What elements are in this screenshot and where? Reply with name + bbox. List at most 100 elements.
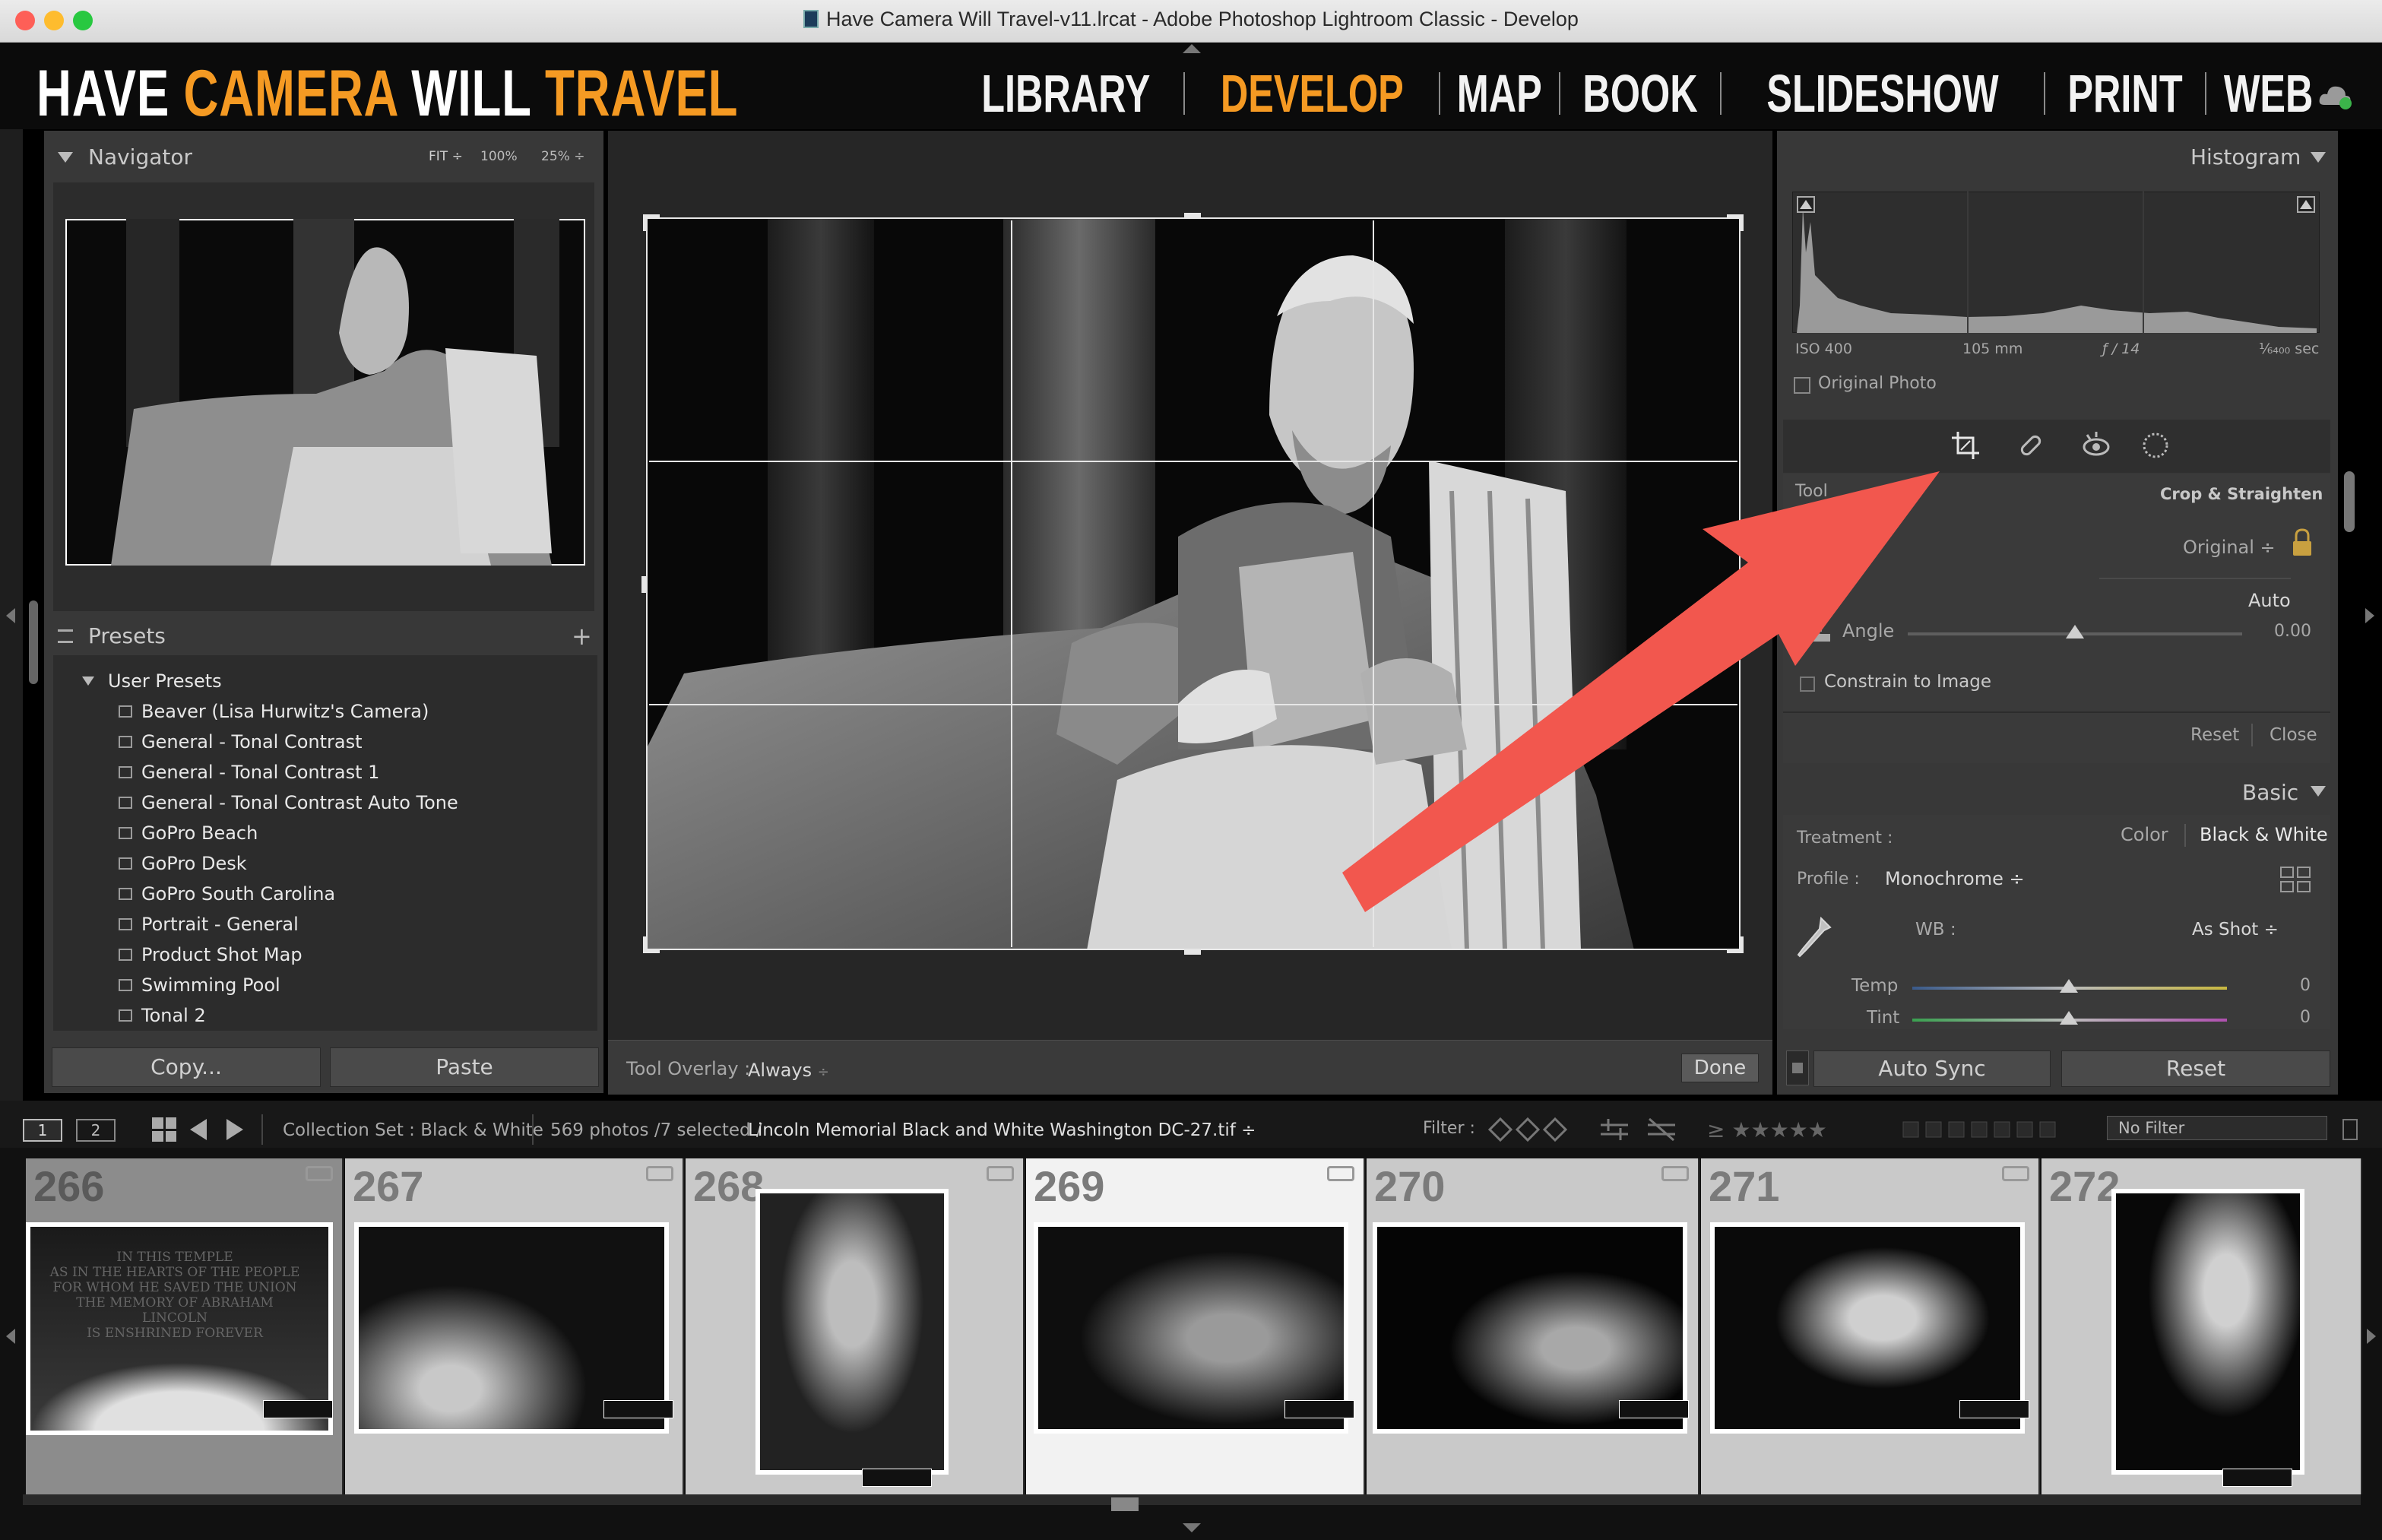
wb-dropdown[interactable]: As Shot ÷ xyxy=(2192,920,2279,940)
module-print[interactable]: PRINT xyxy=(2067,63,2182,124)
angle-value[interactable]: 0.00 xyxy=(2274,622,2311,641)
red-eye-icon[interactable] xyxy=(2079,430,2113,461)
preset-item[interactable]: Portrait - General xyxy=(53,909,597,940)
thumbnail-image[interactable] xyxy=(2111,1189,2304,1475)
zoom-25[interactable]: 25% ÷ xyxy=(541,149,584,164)
filmstrip-cell[interactable]: 272 xyxy=(2041,1158,2362,1494)
grid-view-icon[interactable] xyxy=(152,1117,176,1142)
crop-tool-icon[interactable] xyxy=(1950,430,1981,461)
tint-slider-thumb[interactable] xyxy=(2060,1011,2078,1025)
profile-browser-icon[interactable] xyxy=(2280,867,2311,892)
tool-overlay-dropdown[interactable]: Always ÷ xyxy=(748,1060,829,1081)
collapse-right-panel-icon[interactable] xyxy=(2365,608,2374,623)
masking-icon[interactable] xyxy=(2140,430,2171,461)
flag-icon[interactable] xyxy=(646,1166,673,1181)
histogram-collapse-icon[interactable] xyxy=(2311,152,2326,163)
histogram-graph[interactable] xyxy=(1792,192,2320,333)
collapse-left-panel-icon[interactable] xyxy=(6,608,15,623)
filmstrip-cell[interactable]: 271 xyxy=(1701,1158,2040,1494)
filmstrip-cell[interactable]: 267 xyxy=(345,1158,684,1494)
preset-item[interactable]: GoPro South Carolina xyxy=(53,879,597,909)
crop-handle-tl[interactable] xyxy=(643,214,660,231)
crop-handle-br[interactable] xyxy=(1727,936,1744,953)
presets-collapse-icon[interactable] xyxy=(58,629,73,643)
original-photo-checkbox[interactable] xyxy=(1794,377,1810,394)
primary-display-button[interactable]: 1 xyxy=(23,1119,62,1142)
filmstrip-cell[interactable]: 266 IN THIS TEMPLE AS IN THE HEARTS OF TH… xyxy=(26,1158,344,1494)
crop-handle-bl[interactable] xyxy=(643,936,660,953)
filmstrip-cell[interactable]: 268 xyxy=(686,1158,1025,1494)
preset-item[interactable]: GoPro Desk xyxy=(53,848,597,879)
navigator-collapse-icon[interactable] xyxy=(58,152,73,163)
auto-straighten-button[interactable]: Auto xyxy=(2248,590,2291,611)
highlight-clipping-icon[interactable] xyxy=(2297,196,2315,213)
preset-item[interactable]: Tonal 2 xyxy=(53,1000,597,1031)
flag-icon[interactable] xyxy=(1661,1166,1689,1181)
angle-slider-thumb[interactable] xyxy=(2066,625,2084,638)
preset-item[interactable]: GoPro Beach xyxy=(53,818,597,848)
module-develop[interactable]: DEVELOP xyxy=(1221,63,1404,124)
bottom-panel-toggle-icon[interactable] xyxy=(1183,1523,1201,1532)
treatment-color-option[interactable]: Color xyxy=(2121,824,2168,845)
thumbnail-image[interactable] xyxy=(755,1189,949,1475)
top-panel-toggle-icon[interactable] xyxy=(1183,44,1201,53)
module-library[interactable]: LIBRARY xyxy=(981,63,1150,124)
preset-item[interactable]: Beaver (Lisa Hurwitz's Camera) xyxy=(53,696,597,727)
module-book[interactable]: BOOK xyxy=(1582,63,1697,124)
filmstrip-scrollbar[interactable] xyxy=(23,1494,2361,1505)
forward-arrow-icon[interactable] xyxy=(226,1119,243,1140)
module-slideshow[interactable]: SLIDESHOW xyxy=(1766,63,1998,124)
cloud-sync-icon[interactable] xyxy=(2318,81,2353,111)
treatment-bw-option[interactable]: Black & White xyxy=(2200,824,2328,845)
sync-toggle-switch[interactable] xyxy=(1786,1050,1809,1085)
navigator-preview[interactable] xyxy=(65,219,585,566)
preset-item[interactable]: Product Shot Map xyxy=(53,940,597,970)
filter-lock-icon[interactable] xyxy=(2342,1119,2358,1140)
aspect-dropdown[interactable]: Original ÷ xyxy=(2183,537,2276,558)
preset-item[interactable]: General - Tonal Contrast 1 xyxy=(53,757,597,787)
secondary-display-button[interactable]: 2 xyxy=(76,1119,116,1142)
filmstrip-scroll-thumb[interactable] xyxy=(1111,1497,1139,1511)
flag-icon[interactable] xyxy=(987,1166,1014,1181)
healing-brush-icon[interactable] xyxy=(2016,430,2046,461)
preset-item[interactable]: General - Tonal Contrast xyxy=(53,727,597,757)
add-preset-icon[interactable]: + xyxy=(572,622,592,651)
expand-group-icon[interactable] xyxy=(82,677,94,686)
filmstrip-left-arrow[interactable] xyxy=(6,1329,15,1344)
crop-close-button[interactable]: Close xyxy=(2270,725,2317,745)
crop-handle-bottom[interactable] xyxy=(1184,950,1201,955)
filter-preset-dropdown[interactable]: No Filter xyxy=(2107,1116,2327,1140)
zoom-fit[interactable]: FIT ÷ xyxy=(429,149,463,164)
temp-value[interactable]: 0 xyxy=(2300,976,2311,995)
shadow-clipping-icon[interactable] xyxy=(1797,196,1815,213)
flag-icon[interactable] xyxy=(2002,1166,2029,1181)
current-filename[interactable]: Lincoln Memorial Black and White Washing… xyxy=(748,1120,1256,1140)
done-button[interactable]: Done xyxy=(1681,1054,1759,1082)
collection-source[interactable]: Collection Set : Black & White xyxy=(283,1120,543,1140)
filmstrip-cell[interactable]: 270 xyxy=(1367,1158,1699,1494)
filmstrip-right-arrow[interactable] xyxy=(2367,1329,2376,1344)
filmstrip-cell-selected[interactable]: 269 xyxy=(1026,1158,1365,1494)
paste-settings-button[interactable]: Paste xyxy=(330,1047,599,1087)
right-panel-scrollbar[interactable] xyxy=(2344,471,2355,532)
flag-icon[interactable] xyxy=(306,1166,333,1181)
preset-group[interactable]: User Presets xyxy=(53,666,597,696)
tint-value[interactable]: 0 xyxy=(2300,1008,2311,1027)
auto-sync-button[interactable]: Auto Sync xyxy=(1813,1050,2051,1087)
crop-reset-button[interactable]: Reset xyxy=(2190,725,2239,745)
crop-handle-top[interactable] xyxy=(1184,213,1201,217)
crop-handle-left[interactable] xyxy=(641,576,646,593)
temp-slider-thumb[interactable] xyxy=(2060,979,2078,993)
lock-icon[interactable] xyxy=(2291,528,2314,558)
preset-item[interactable]: Swimming Pool xyxy=(53,970,597,1000)
copy-settings-button[interactable]: Copy... xyxy=(52,1047,321,1087)
reset-button[interactable]: Reset xyxy=(2061,1050,2330,1087)
flag-icon[interactable] xyxy=(1327,1166,1354,1181)
module-map[interactable]: MAP xyxy=(1457,63,1542,124)
preset-item[interactable]: General - Tonal Contrast Auto Tone xyxy=(53,787,597,818)
basic-collapse-icon[interactable] xyxy=(2311,786,2326,797)
zoom-100[interactable]: 100% xyxy=(480,149,518,164)
back-arrow-icon[interactable] xyxy=(190,1119,207,1140)
crop-handle-tr[interactable] xyxy=(1727,214,1744,231)
left-panel-scrollbar[interactable] xyxy=(29,600,38,684)
